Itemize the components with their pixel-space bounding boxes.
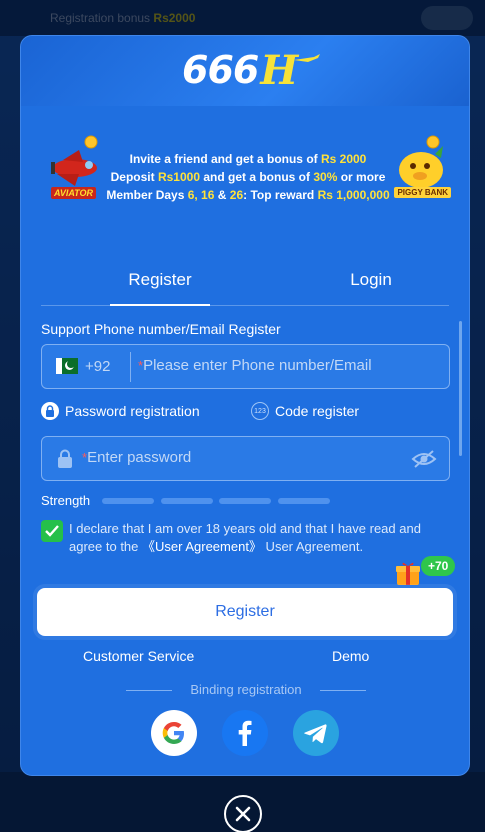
lock-mode-icon [41, 402, 59, 420]
gift-icon [396, 562, 420, 585]
site-logo: 666 H [182, 47, 321, 94]
strength-bar [219, 498, 271, 504]
aviator-label: AVIATOR [51, 187, 97, 199]
age-agreement-checkbox[interactable] [41, 520, 63, 542]
gift-badge: +70 [421, 556, 456, 576]
checkmark-icon [45, 525, 59, 537]
facebook-login-button[interactable] [222, 710, 268, 756]
logo-letter: H [260, 46, 299, 94]
binding-divider-right [320, 690, 366, 691]
lock-icon [58, 449, 72, 468]
number-code-icon: 123 [251, 402, 269, 420]
form-scrollbar[interactable] [459, 321, 462, 456]
close-modal-button[interactable] [224, 795, 262, 832]
logo-number: 666 [182, 48, 259, 92]
password-registration-option[interactable]: Password registration [41, 402, 200, 420]
demo-link[interactable]: Demo [332, 648, 369, 664]
plane-icon [294, 54, 321, 62]
google-icon [162, 722, 184, 744]
promo-banner: AVIATOR Invite a friend and get a bonus … [49, 132, 451, 212]
code-register-option[interactable]: 123 Code register [251, 402, 359, 420]
modal-header: 666 H [21, 36, 469, 106]
promo-line-1: Invite a friend and get a bonus of Rs 20… [129, 152, 367, 166]
piggy-bank-label: PIGGY BANK [394, 187, 451, 198]
strength-bar [161, 498, 213, 504]
strength-bar [102, 498, 154, 504]
register-section-title: Support Phone number/Email Register [41, 321, 281, 337]
pakistan-flag-icon[interactable] [56, 358, 78, 374]
tab-register[interactable]: Register [110, 270, 210, 290]
binding-registration: Binding registration [126, 682, 366, 698]
code-register-label: Code register [275, 403, 360, 419]
active-tab-indicator [110, 304, 210, 306]
agreement-text: I declare that I am over 18 years old an… [69, 521, 421, 554]
phone-email-field[interactable]: +92 *Please enter Phone number/Email [41, 344, 450, 389]
password-input[interactable]: *Enter password [82, 449, 191, 467]
facebook-icon [238, 720, 252, 746]
user-agreement-link[interactable]: 《User Agreement》 [142, 539, 262, 554]
country-code[interactable]: +92 [85, 358, 110, 375]
google-login-button[interactable] [151, 710, 197, 756]
register-button[interactable]: Register [37, 588, 453, 636]
close-icon [235, 806, 251, 822]
field-divider [130, 352, 131, 382]
strength-bar [278, 498, 330, 504]
promo-text: Invite a friend and get a bonus of Rs 20… [103, 150, 393, 204]
auth-tabs: Register Login [41, 266, 449, 306]
eye-off-icon[interactable] [411, 449, 437, 469]
promo-line-3: Member Days 6, 16 & 26: Top reward Rs 1,… [106, 188, 390, 202]
binding-registration-label: Binding registration [190, 682, 302, 697]
telegram-login-button[interactable] [293, 710, 339, 756]
strength-label: Strength [41, 493, 91, 508]
password-registration-label: Password registration [65, 403, 200, 419]
tab-login[interactable]: Login [321, 270, 421, 290]
password-field[interactable]: *Enter password [41, 436, 450, 481]
phone-email-input[interactable]: *Please enter Phone number/Email [138, 357, 372, 375]
promo-line-2: Deposit Rs1000 and get a bonus of 30% or… [110, 170, 386, 184]
telegram-icon [304, 724, 327, 744]
binding-divider-left [126, 690, 172, 691]
registration-mode-row: Password registration 123 Code register [41, 402, 450, 424]
customer-service-link[interactable]: Customer Service [83, 648, 194, 664]
register-modal: 666 H AVIATOR Invite a friend and get a … [20, 35, 470, 776]
